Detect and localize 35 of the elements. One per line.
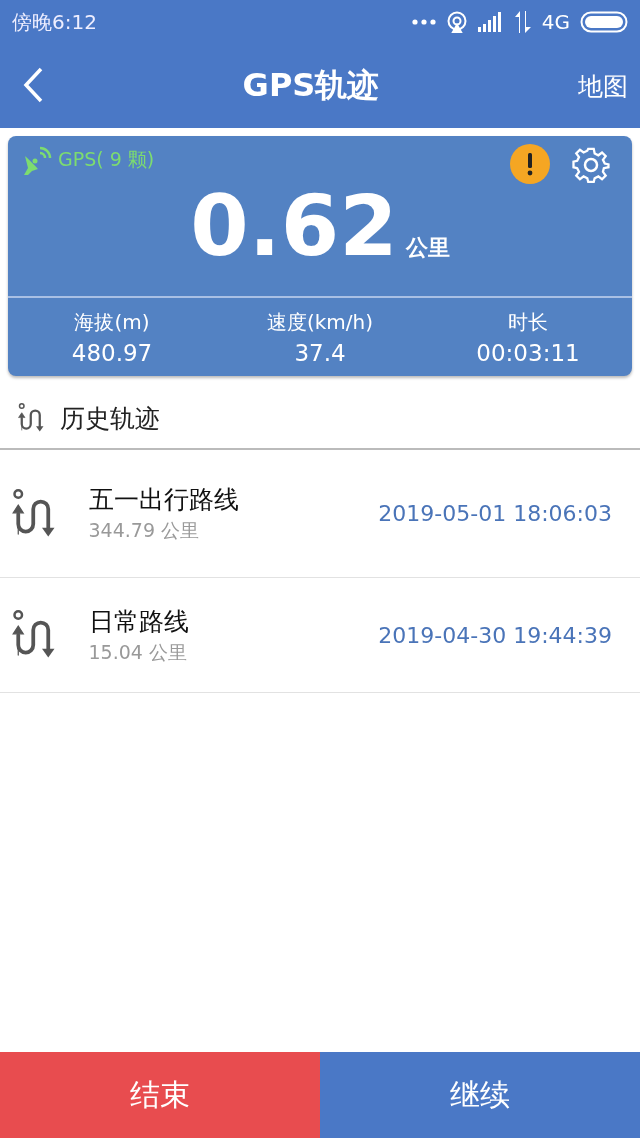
warning-icon[interactable] [510,144,550,184]
battery-icon [580,11,628,33]
signal-icon [477,12,504,32]
distance-value: 0.62 [190,184,398,268]
stat-label: 速度(km/h) [266,308,374,336]
page-title: GPS轨迹 [242,65,380,106]
stat-value: 37.4 [294,339,346,366]
hotspot-icon [445,11,468,33]
action-button[interactable]: 继续 [320,1052,640,1138]
track-item[interactable]: 日常路线 15.04 公里 2019-04-30 19:44:39 [0,578,640,693]
status-time: 傍晚6:12 [12,8,97,36]
action-button[interactable]: 结束 [0,1052,320,1138]
section-title: 历史轨迹 [59,402,160,435]
route-icon [18,403,44,433]
track-name: 五一出行路线 [88,484,240,516]
stat-label: 海拔(m) [74,308,150,336]
track-name: 日常路线 [88,605,190,638]
settings-icon[interactable] [572,146,610,184]
track-distance: 15.04 公里 [88,639,188,665]
satellite-dish-icon [22,144,54,176]
map-button[interactable]: 地图 [578,69,628,103]
distance-unit: 公里 [405,234,450,262]
stat-value: 00:03:11 [476,339,580,366]
stat-value: 480.97 [71,339,153,366]
stat-label: 时长 [508,308,548,336]
more-icon [411,19,436,25]
route-icon [12,488,55,539]
route-icon [12,610,55,660]
track-date: 2019-04-30 19:44:39 [378,622,612,648]
network-type: 4G [541,10,570,34]
track-item[interactable]: 五一出行路线 344.79 公里 2019-05-01 18:06:03 [0,450,640,578]
track-distance: 344.79 公里 [88,518,201,543]
data-arrows-icon [513,11,532,33]
track-date: 2019-05-01 18:06:03 [378,501,612,526]
gps-status: GPS( 9 颗) [58,147,155,172]
